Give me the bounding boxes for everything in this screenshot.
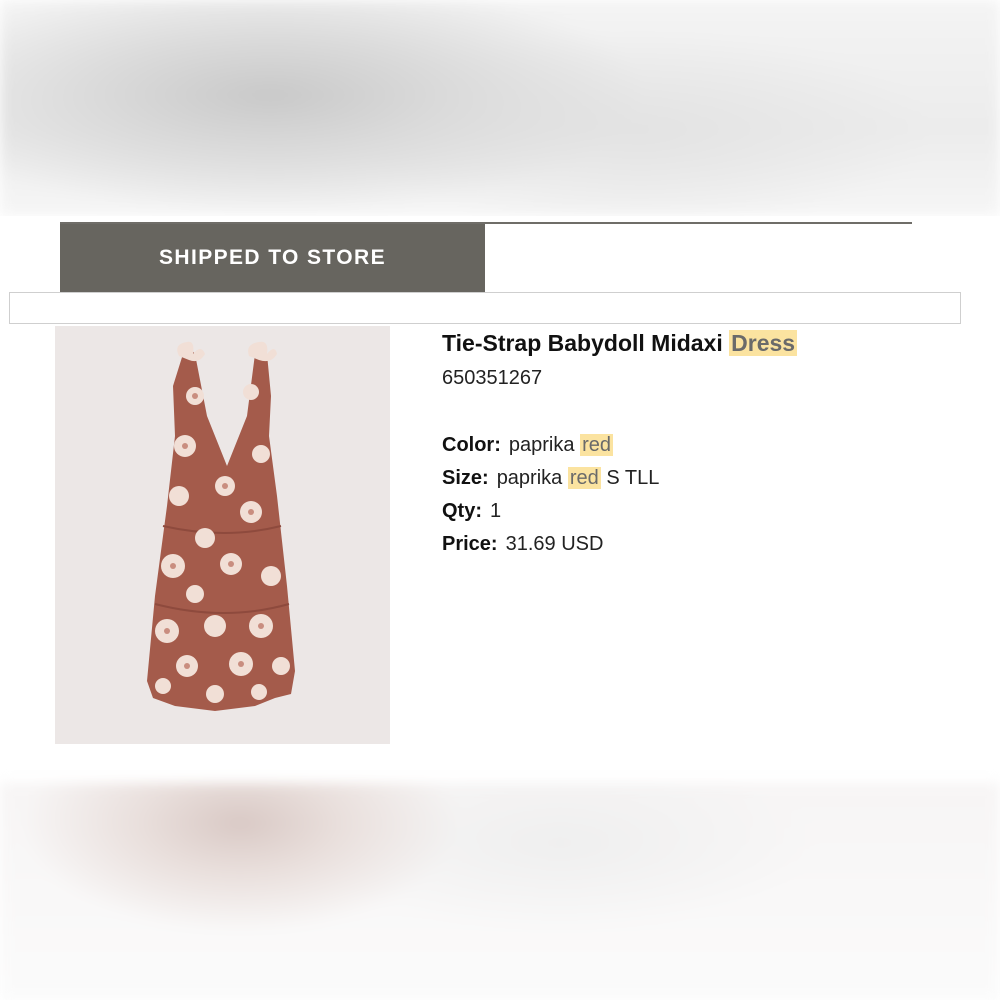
attr-size: Size: paprika red S TLL: [442, 462, 962, 495]
product-attributes: Color: paprika red Size: paprika red S TLL…: [442, 429, 962, 561]
product-sku: 650351267: [442, 367, 543, 389]
product-title-highlight: Dress: [729, 330, 798, 356]
blurred-background-top: [0, 0, 1000, 216]
product-title-text: Tie-Strap Babydoll Midaxi: [442, 330, 723, 356]
blurred-background-bottom: [0, 783, 1000, 1000]
tab-shipped-to-store[interactable]: SHIPPED TO STORE: [60, 224, 485, 292]
attr-price-value: 31.69 USD: [505, 533, 604, 555]
attr-price: Price: 31.69 USD: [442, 528, 962, 561]
attr-qty-value: 1: [490, 500, 502, 522]
attr-qty: Qty: 1: [442, 495, 962, 528]
attr-price-label: Price:: [442, 533, 498, 555]
attr-color-value: paprika: [508, 434, 575, 456]
dress-illustration: [55, 326, 390, 744]
attr-color: Color: paprika red: [442, 429, 962, 462]
order-item-panel: SHIPPED TO STORE Tie-Strap Babydoll Mida…: [0, 216, 1000, 783]
attr-size-value: paprika: [496, 467, 563, 489]
attr-size-highlight: red: [567, 467, 601, 489]
empty-status-bar: [9, 292, 961, 324]
attr-qty-label: Qty:: [442, 500, 482, 522]
product-image[interactable]: [55, 326, 390, 744]
attr-color-highlight: red: [580, 434, 613, 456]
attr-color-label: Color:: [442, 434, 501, 456]
product-details: Tie-Strap Babydoll Midaxi Dress 65035126…: [442, 326, 962, 561]
attr-size-suffix: S TLL: [606, 467, 660, 489]
screenshot-frame: SHIPPED TO STORE Tie-Strap Babydoll Mida…: [0, 0, 1000, 1000]
product-title[interactable]: Tie-Strap Babydoll Midaxi Dress: [442, 326, 962, 360]
attr-size-label: Size:: [442, 467, 489, 489]
